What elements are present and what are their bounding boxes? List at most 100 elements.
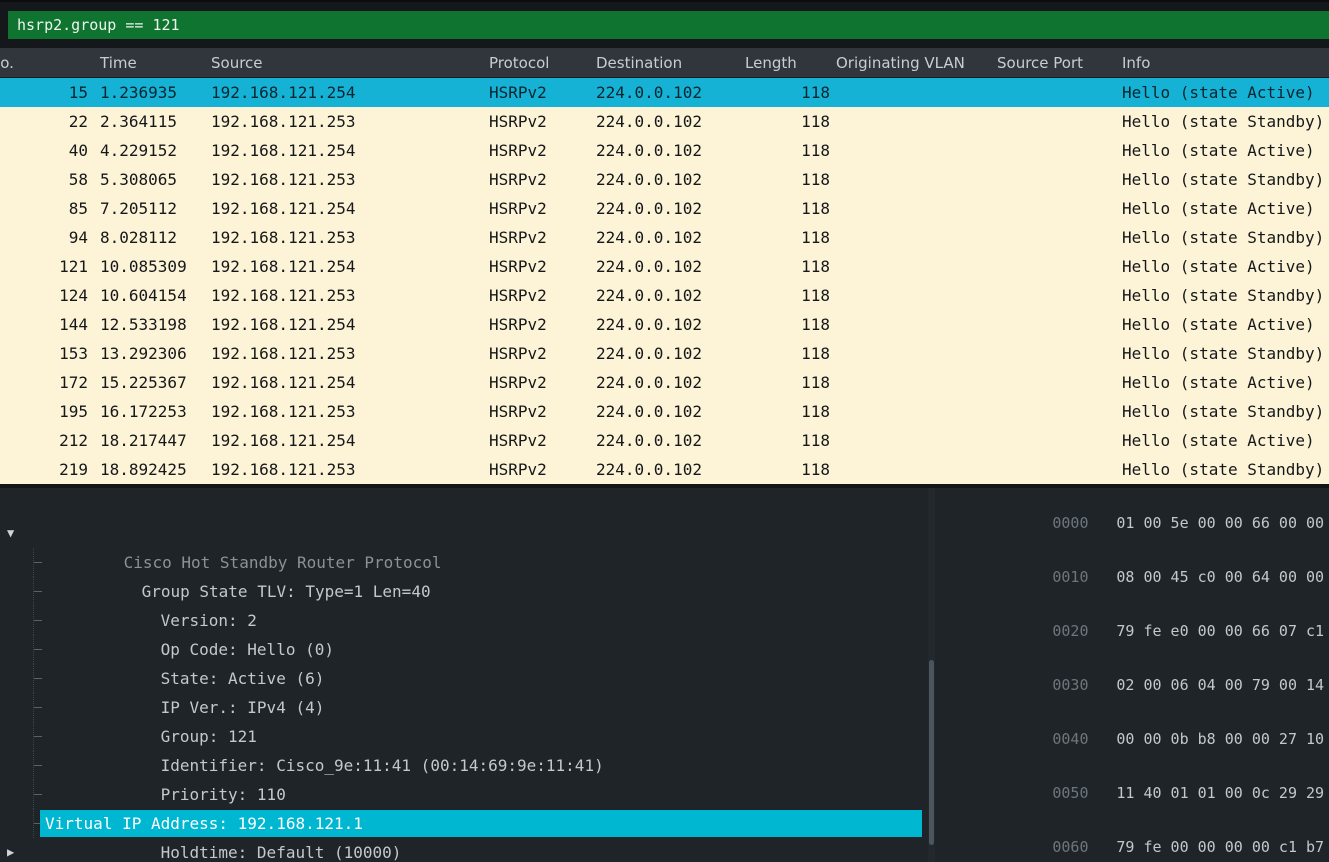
cell-info: Hello (state Active) [1122,194,1329,223]
cell-length: 118 [745,78,836,107]
detail-row[interactable]: Virtual IP Address: 192.168.121.1 [0,809,936,838]
hex-row[interactable]: 003002 00 06 04 00 79 00 1469 9e 11 4 [944,658,1329,712]
hex-row[interactable]: 002079 fe e0 00 00 66 07 c107 c1 00 9 [944,604,1329,658]
cell-source-port [997,223,1122,252]
cell-originating-vlan [836,455,997,484]
cell-info: Hello (state Active) [1122,252,1329,281]
cell-info: Hello (state Active) [1122,426,1329,455]
cell-info: Hello (state Standby) [1122,281,1329,310]
cell-source-port [997,281,1122,310]
cell-no: 124 [0,281,90,310]
cell-protocol: HSRPv2 [489,310,596,339]
display-filter-text: hsrp2.group == 121 [17,16,180,34]
column-header-source[interactable]: Source [211,48,489,77]
cell-protocol: HSRPv2 [489,339,596,368]
detail-row[interactable]: Version: 2 [0,548,936,577]
detail-row[interactable]: ▼ Group State TLV: Type=1 Len=40 [0,519,936,548]
cell-source-port [997,107,1122,136]
packet-row[interactable]: 153 13.292306 192.168.121.253 HSRPv2 224… [0,339,1329,368]
hex-row[interactable]: 001008 00 45 c0 00 64 00 0000 00 01 [944,550,1329,604]
column-header-source-port[interactable]: Source Port [997,48,1122,77]
detail-row[interactable]: State: Active (6) [0,606,936,635]
detail-row[interactable]: Holdtime: Default (10000) [0,780,936,809]
column-header-protocol[interactable]: Protocol [489,48,596,77]
cell-no: 121 [0,252,90,281]
cell-time: 13.292306 [90,339,211,368]
tree-expander-icon[interactable]: ▶ [7,838,14,862]
cell-length: 118 [745,426,836,455]
packet-row[interactable]: 172 15.225367 192.168.121.254 HSRPv2 224… [0,368,1329,397]
packet-row[interactable]: 219 18.892425 192.168.121.253 HSRPv2 224… [0,455,1329,484]
detail-row[interactable]: Identifier: Cisco_9e:11:41 (00:14:69:9e:… [0,693,936,722]
cell-length: 118 [745,455,836,484]
hex-row[interactable]: 000001 00 5e 00 00 66 00 000c 9f f0 [944,496,1329,550]
packet-row[interactable]: 15 1.236935 192.168.121.254 HSRPv2 224.0… [0,78,1329,107]
hex-row[interactable]: 006079 fe 00 00 00 00 c1 b743 a7 fa 1 [944,820,1329,862]
hex-row[interactable]: 004000 00 0b b8 00 00 27 10c0 a8 79 0 [944,712,1329,766]
packet-row[interactable]: 212 18.217447 192.168.121.254 HSRPv2 224… [0,426,1329,455]
packet-list-body: 15 1.236935 192.168.121.254 HSRPv2 224.0… [0,78,1329,484]
detail-row[interactable]: Group: 121 [0,664,936,693]
cell-destination: 224.0.0.102 [596,107,745,136]
packet-row[interactable]: 40 4.229152 192.168.121.254 HSRPv2 224.0… [0,136,1329,165]
detail-row[interactable]: Hellotime: Default (3000) [0,751,936,780]
hex-row[interactable]: 005011 40 01 01 00 0c 29 2904 1c 01 0 [944,766,1329,820]
cell-no: 15 [0,78,90,107]
packet-row[interactable]: 85 7.205112 192.168.121.254 HSRPv2 224.0… [0,194,1329,223]
cell-source-port [997,252,1122,281]
cell-source: 192.168.121.253 [211,397,489,426]
cell-originating-vlan [836,339,997,368]
cell-info: Hello (state Standby) [1122,339,1329,368]
details-scrollbar[interactable] [928,488,935,862]
cell-destination: 224.0.0.102 [596,165,745,194]
column-header-time[interactable]: Time [90,48,211,77]
packet-row[interactable]: 94 8.028112 192.168.121.253 HSRPv2 224.0… [0,223,1329,252]
packet-row[interactable]: 124 10.604154 192.168.121.253 HSRPv2 224… [0,281,1329,310]
packet-row[interactable]: 195 16.172253 192.168.121.253 HSRPv2 224… [0,397,1329,426]
packet-row[interactable]: 144 12.533198 192.168.121.254 HSRPv2 224… [0,310,1329,339]
cell-time: 10.085309 [90,252,211,281]
cell-length: 118 [745,107,836,136]
cell-length: 118 [745,252,836,281]
cell-no: 85 [0,194,90,223]
cell-length: 118 [745,397,836,426]
cell-originating-vlan [836,223,997,252]
detail-row[interactable]: ▶ MD5 Authentication TLV: Type=4 Len=28 [0,838,936,862]
cell-no: 40 [0,136,90,165]
display-filter-input[interactable]: hsrp2.group == 121 [8,11,1329,39]
cell-source-port [997,368,1122,397]
cell-destination: 224.0.0.102 [596,194,745,223]
cell-source: 192.168.121.254 [211,194,489,223]
detail-row[interactable]: Op Code: Hello (0) [0,577,936,606]
packet-row[interactable]: 58 5.308065 192.168.121.253 HSRPv2 224.0… [0,165,1329,194]
cell-no: 219 [0,455,90,484]
cell-originating-vlan [836,252,997,281]
hex-bytes-left: 11 40 01 01 00 0c 29 29 [1116,784,1324,802]
packet-row[interactable]: 121 10.085309 192.168.121.254 HSRPv2 224… [0,252,1329,281]
cell-destination: 224.0.0.102 [596,455,745,484]
cell-source-port [997,426,1122,455]
tree-expander-icon[interactable]: ▼ [7,519,14,548]
cell-source-port [997,339,1122,368]
cell-length: 118 [745,339,836,368]
cell-time: 1.236935 [90,78,211,107]
column-header-originating-vlan[interactable]: Originating VLAN [836,48,997,77]
cell-time: 12.533198 [90,310,211,339]
column-header-no[interactable]: No. [0,48,90,77]
details-scrollbar-thumb[interactable] [929,660,934,845]
packet-row[interactable]: 22 2.364115 192.168.121.253 HSRPv2 224.0… [0,107,1329,136]
cell-time: 10.604154 [90,281,211,310]
cell-originating-vlan [836,281,997,310]
cell-source: 192.168.121.254 [211,78,489,107]
cell-protocol: HSRPv2 [489,165,596,194]
column-header-destination[interactable]: Destination [596,48,745,77]
column-header-length[interactable]: Length [745,48,836,77]
detail-row[interactable]: Cisco Hot Standby Router Protocol [0,490,936,519]
detail-row[interactable]: Priority: 110 [0,722,936,751]
cell-time: 16.172253 [90,397,211,426]
detail-row[interactable]: IP Ver.: IPv4 (4) [0,635,936,664]
hex-offset: 0020 [1052,622,1116,640]
column-header-info[interactable]: Info [1122,48,1329,77]
cell-originating-vlan [836,368,997,397]
hex-offset: 0010 [1052,568,1116,586]
